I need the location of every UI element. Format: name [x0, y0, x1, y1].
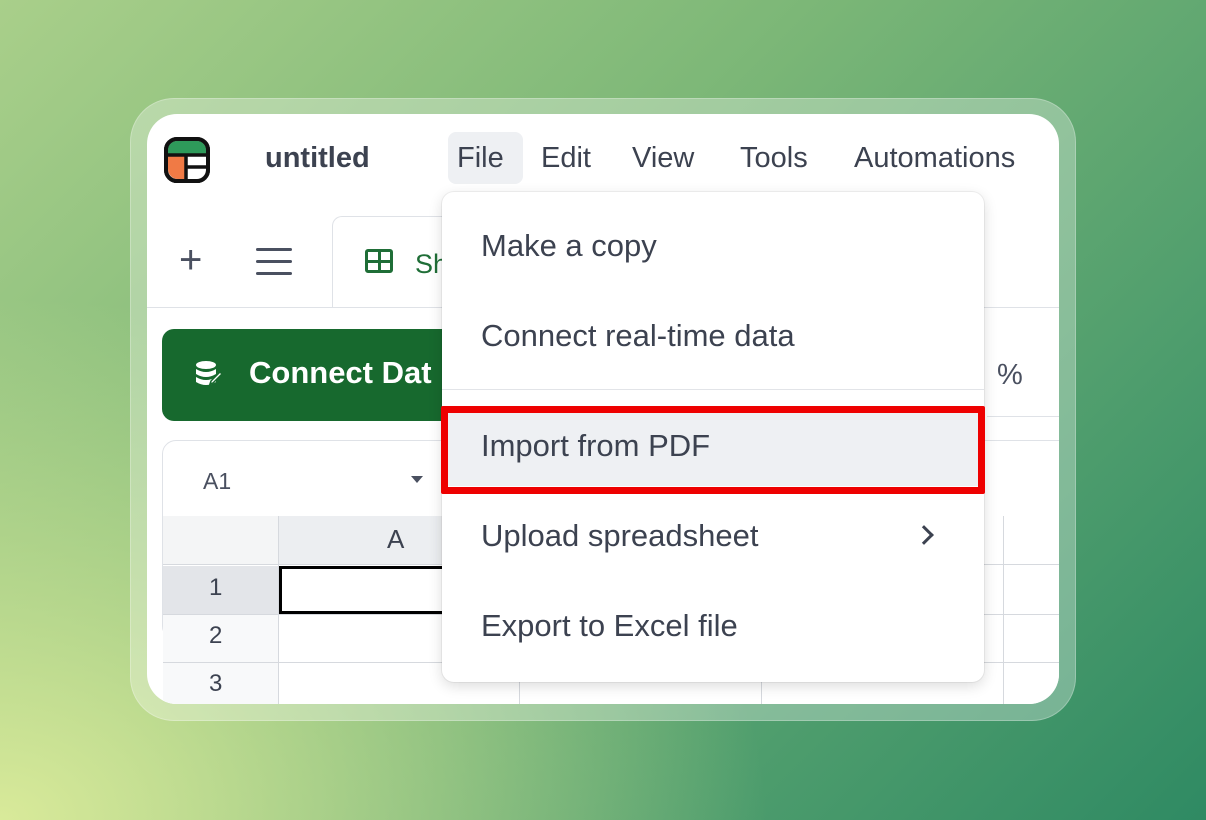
menu-item-export-to-excel-file[interactable]: Export to Excel file [442, 586, 984, 666]
caret-down-icon[interactable] [411, 476, 423, 483]
connect-data-label: Connect Dat [249, 355, 432, 390]
grid-corner[interactable] [163, 516, 278, 564]
menubar-edit[interactable]: Edit [541, 142, 591, 175]
percent-format-button[interactable]: % [997, 359, 1023, 392]
row-header-label: 2 [209, 622, 223, 649]
app-logo-icon[interactable] [163, 136, 211, 184]
menu-item-label: Make a copy [481, 228, 657, 263]
sheet-list-menu-icon[interactable] [256, 248, 292, 276]
gridline [1003, 516, 1004, 704]
highlight-annotation-box [441, 406, 985, 494]
menu-item-label: Upload spreadsheet [481, 518, 759, 553]
row-header-label: 3 [209, 670, 223, 697]
document-title[interactable]: untitled [265, 142, 370, 175]
menu-item-connect-real-time-data[interactable]: Connect real-time data [442, 296, 984, 376]
database-icon [196, 361, 222, 386]
connect-data-button[interactable]: Connect Dat [162, 329, 462, 421]
column-header-label: A [387, 524, 405, 554]
menu-separator [442, 389, 984, 390]
menubar-view[interactable]: View [632, 142, 694, 175]
menu-item-label: Export to Excel file [481, 608, 738, 643]
row-header-label: 1 [209, 574, 223, 601]
chevron-right-icon [914, 525, 934, 545]
menubar-file[interactable]: File [457, 142, 504, 175]
menu-item-make-a-copy[interactable]: Make a copy [442, 206, 984, 286]
add-sheet-button[interactable]: + [179, 240, 202, 280]
menu-item-label: Connect real-time data [481, 318, 795, 353]
table-grid-icon [365, 249, 393, 273]
divider [987, 416, 1059, 417]
app-window: untitled File Edit View Tools Automation… [147, 114, 1059, 704]
cell-reference-box[interactable]: A1 [203, 468, 231, 495]
menu-item-upload-spreadsheet[interactable]: Upload spreadsheet [442, 496, 984, 576]
menubar-automations[interactable]: Automations [854, 142, 1015, 175]
menubar-tools[interactable]: Tools [740, 142, 808, 175]
